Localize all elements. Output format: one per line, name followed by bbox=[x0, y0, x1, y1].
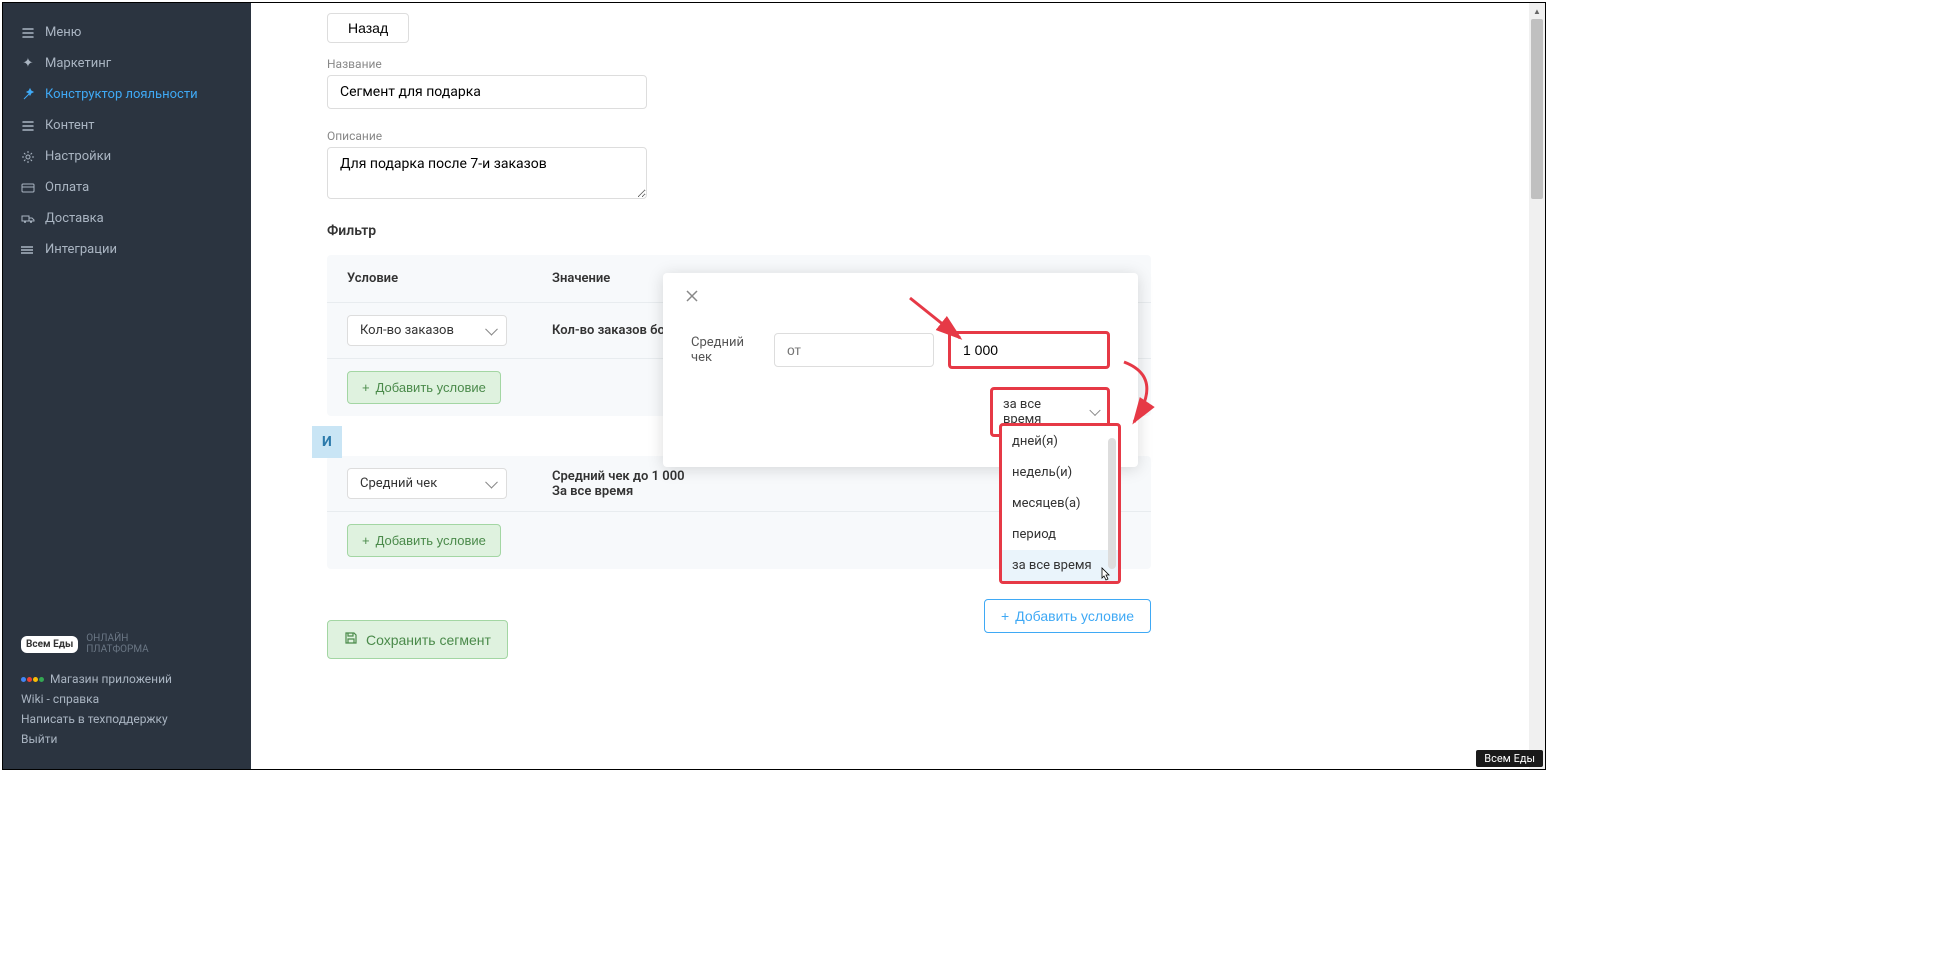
to-input[interactable] bbox=[948, 331, 1110, 369]
dropdown-item-weeks[interactable]: недель(и) bbox=[1002, 457, 1118, 488]
desc-textarea[interactable]: Для подарка после 7-и заказов bbox=[327, 147, 647, 199]
wand-icon bbox=[21, 88, 35, 102]
scroll-up-icon[interactable]: ▲ bbox=[1529, 3, 1545, 19]
sidebar-link-support[interactable]: Написать в техподдержку bbox=[21, 709, 233, 729]
add-condition-button[interactable]: + Добавить условие bbox=[347, 371, 501, 404]
sidebar-link-wiki[interactable]: Wiki - справка bbox=[21, 689, 233, 709]
sidebar-item-label: Меню bbox=[45, 25, 81, 40]
sidebar-item-content[interactable]: Контент bbox=[3, 110, 251, 141]
sidebar-item-delivery[interactable]: Доставка bbox=[3, 203, 251, 234]
sidebar-item-label: Конструктор лояльности bbox=[45, 87, 198, 102]
condition-value: Средний чек до 1 000 За все время bbox=[552, 469, 1041, 499]
sidebar-link-appstore[interactable]: Магазин приложений bbox=[21, 669, 233, 689]
sparkle-icon: ✦ bbox=[21, 57, 35, 71]
close-button[interactable] bbox=[685, 289, 699, 308]
plus-icon: + bbox=[362, 380, 370, 395]
filter-title: Фильтр bbox=[327, 223, 1151, 239]
popover-label: Средний чек bbox=[691, 335, 760, 365]
save-segment-button[interactable]: Сохранить сегмент bbox=[327, 620, 508, 659]
sidebar-link-logout[interactable]: Выйти bbox=[21, 729, 233, 749]
sidebar: Меню ✦ Маркетинг Конструктор лояльности … bbox=[3, 3, 251, 769]
dropdown-item-months[interactable]: месяцев(а) bbox=[1002, 488, 1118, 519]
sidebar-item-menu[interactable]: Меню bbox=[3, 17, 251, 48]
sidebar-item-payment[interactable]: Оплата bbox=[3, 172, 251, 203]
condition-select[interactable]: Кол-во заказов bbox=[347, 315, 507, 346]
list-icon bbox=[21, 26, 35, 40]
sidebar-item-loyalty[interactable]: Конструктор лояльности bbox=[3, 79, 251, 110]
sidebar-item-integrations[interactable]: Интеграции bbox=[3, 234, 251, 265]
condition-select[interactable]: Средний чек bbox=[347, 468, 507, 499]
plus-icon: + bbox=[362, 533, 370, 548]
add-condition-outline-button[interactable]: + Добавить условие bbox=[984, 599, 1151, 633]
dropdown-item-alltime[interactable]: за все время bbox=[1002, 550, 1118, 581]
sidebar-item-label: Интеграции bbox=[45, 242, 117, 257]
sidebar-item-label: Оплата bbox=[45, 180, 89, 195]
integration-icon bbox=[21, 243, 35, 257]
logo-badge: Всем Еды bbox=[21, 636, 78, 653]
plus-icon: + bbox=[1001, 608, 1009, 624]
sidebar-item-label: Контент bbox=[45, 118, 94, 133]
sidebar-logo: Всем Еды ОНЛАЙНПЛАТФОРМА bbox=[21, 633, 233, 655]
name-input[interactable] bbox=[327, 75, 647, 109]
sidebar-item-label: Доставка bbox=[45, 211, 104, 226]
dropdown-item-days[interactable]: дней(я) bbox=[1002, 426, 1118, 457]
close-icon bbox=[685, 289, 699, 303]
sidebar-item-label: Маркетинг bbox=[45, 56, 111, 71]
sidebar-item-label: Настройки bbox=[45, 149, 111, 164]
scrollbar[interactable]: ▲ ▼ bbox=[1529, 3, 1545, 769]
desc-label: Описание bbox=[327, 129, 1151, 143]
dropdown-item-period[interactable]: период bbox=[1002, 519, 1118, 550]
from-input[interactable] bbox=[774, 333, 934, 367]
sidebar-item-marketing[interactable]: ✦ Маркетинг bbox=[3, 48, 251, 79]
scrollbar-thumb[interactable] bbox=[1531, 19, 1543, 199]
list-icon bbox=[21, 119, 35, 133]
name-label: Название bbox=[327, 57, 1151, 71]
and-badge: И bbox=[312, 426, 342, 458]
sidebar-item-settings[interactable]: Настройки bbox=[3, 141, 251, 172]
apps-icon bbox=[21, 677, 44, 682]
add-condition-button[interactable]: + Добавить условие bbox=[347, 524, 501, 557]
sidebar-footer: Всем Еды ОНЛАЙНПЛАТФОРМА Магазин приложе… bbox=[3, 623, 251, 769]
gear-icon bbox=[21, 150, 35, 164]
logo-subtitle: ОНЛАЙНПЛАТФОРМА bbox=[86, 633, 148, 655]
truck-icon bbox=[21, 212, 35, 226]
period-dropdown: дней(я) недель(и) месяцев(а) период за в… bbox=[999, 423, 1121, 584]
header-condition: Условие bbox=[347, 271, 552, 286]
card-icon bbox=[21, 181, 35, 195]
back-button[interactable]: Назад bbox=[327, 13, 409, 43]
save-icon bbox=[344, 631, 358, 648]
footer-badge: Всем Еды bbox=[1476, 750, 1543, 767]
dropdown-scrollbar[interactable] bbox=[1108, 438, 1116, 569]
